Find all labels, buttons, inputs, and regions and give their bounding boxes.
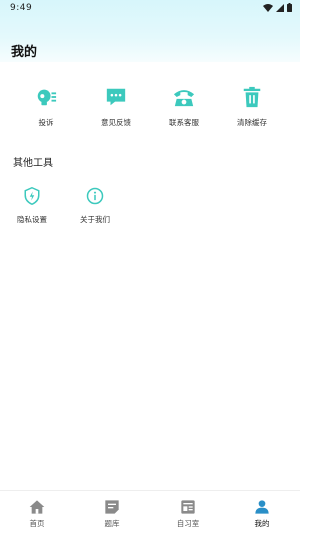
complaint-label: 投诉	[38, 118, 54, 127]
signal-icon	[276, 3, 284, 12]
privacy-settings-label: 隐私设置	[17, 215, 47, 224]
study-room-icon	[181, 500, 195, 514]
top-actions-grid: 投诉 意见反馈 联系客服 清除缓存	[0, 86, 300, 132]
tab-question-bank-label: 题库	[104, 519, 120, 528]
feedback-chat-icon	[106, 88, 126, 106]
contact-service-label: 联系客服	[169, 118, 199, 127]
shield-icon	[24, 187, 40, 205]
trash-icon	[243, 86, 261, 108]
status-bar: 9:49	[0, 0, 300, 18]
privacy-settings-button[interactable]: 隐私设置	[2, 187, 62, 225]
page-title: 我的	[11, 45, 38, 60]
other-tools-title: 其他工具	[13, 158, 53, 169]
tab-question-bank[interactable]: 题库	[82, 499, 142, 529]
person-icon	[255, 500, 269, 514]
question-bank-icon	[105, 500, 119, 514]
complaint-button[interactable]: 投诉	[16, 86, 76, 132]
wifi-icon	[263, 3, 273, 12]
info-icon	[86, 187, 104, 205]
telephone-icon	[173, 90, 195, 107]
about-us-label: 关于我们	[80, 215, 110, 224]
clear-cache-label: 清除缓存	[237, 118, 267, 127]
about-us-button[interactable]: 关于我们	[65, 187, 125, 225]
tab-home[interactable]: 首页	[7, 499, 67, 529]
bottom-tab-bar: 首页 题库 自习室 我的	[0, 490, 300, 535]
tab-study-room-label: 自习室	[176, 519, 200, 528]
home-icon	[29, 500, 45, 514]
status-icons	[263, 3, 292, 12]
status-time: 9:49	[10, 3, 33, 13]
clear-cache-button[interactable]: 清除缓存	[222, 86, 282, 132]
contact-service-button[interactable]: 联系客服	[154, 86, 214, 132]
tab-mine[interactable]: 我的	[232, 499, 292, 529]
feedback-button[interactable]: 意见反馈	[86, 86, 146, 132]
battery-icon	[287, 3, 292, 12]
tab-home-label: 首页	[29, 519, 45, 528]
feedback-label: 意见反馈	[101, 118, 131, 127]
tab-mine-label: 我的	[254, 519, 270, 528]
complaint-agent-icon	[37, 89, 57, 106]
tab-study-room[interactable]: 自习室	[158, 499, 218, 529]
